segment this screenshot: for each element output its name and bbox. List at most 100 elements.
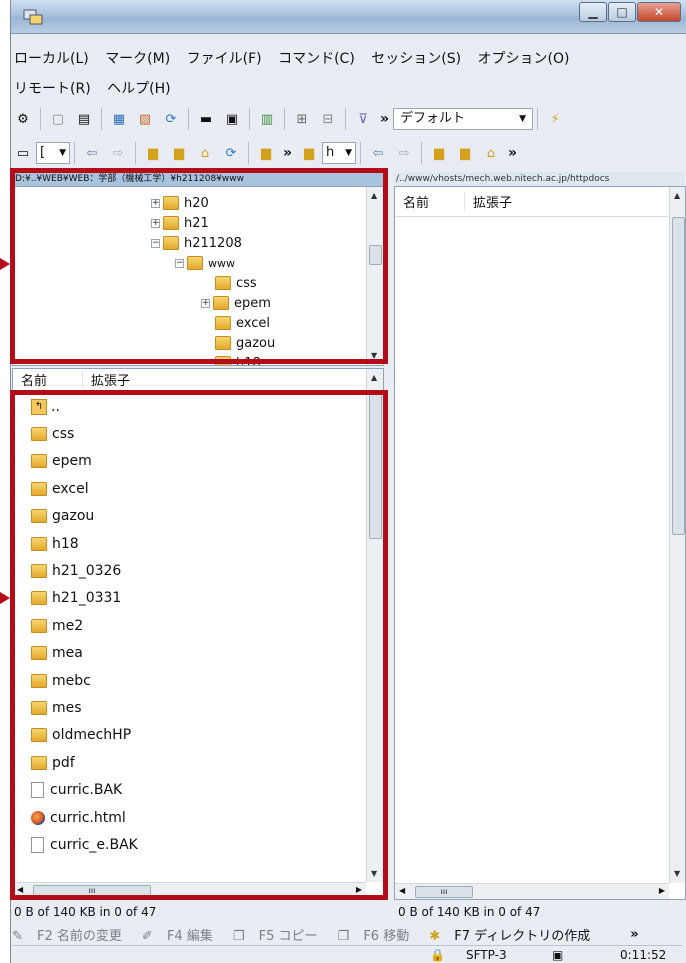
list-item[interactable]: mea [13,640,383,667]
tree-node[interactable]: + epem [201,293,271,313]
preferences-icon[interactable]: ⚙ [13,109,33,129]
list-item[interactable]: pdf [13,749,383,776]
filter-icon[interactable]: ⊽ [353,109,373,129]
list-item[interactable]: me2 [13,612,383,639]
unselect-files-icon[interactable]: ⊟ [318,109,338,129]
scrollbar-thumb[interactable]: ııı [33,885,151,897]
tree-node[interactable]: css [215,273,257,293]
local-list-horizontal-scrollbar[interactable]: ◀ ııı ▶ [13,882,366,899]
compare-icon[interactable]: ▥ [257,109,277,129]
minimize-button[interactable]: ▁ [579,2,607,22]
local-path-bar[interactable]: D:¥..¥WEB¥WEB：学部（機械工学）¥h211208¥www [12,172,384,186]
scrollbar-thumb[interactable] [672,217,685,535]
scroll-up-icon[interactable]: ▲ [674,191,680,200]
column-ext-header[interactable]: 拡張子 [83,370,130,389]
expand-icon[interactable]: + [151,198,160,208]
remote-root-dir-icon[interactable]: ▆ [455,143,475,163]
list-item[interactable]: curric.BAK [13,776,383,803]
menu-options[interactable]: オプション(O) [478,51,570,67]
list-item[interactable]: h21_0331 [13,585,383,612]
list-item[interactable]: ↰.. [13,393,383,420]
list-item[interactable]: curric_e.BAK [13,831,383,858]
list-item[interactable]: mebc [13,667,383,694]
remote-file-list[interactable]: 名前 拡張子 ▲ ▼ ◀ ııı ▶ [394,186,686,900]
list-item[interactable]: css [13,420,383,447]
select-files-icon[interactable]: ⊞ [292,109,312,129]
tree-node[interactable]: excel [215,313,270,333]
remote-forward-icon[interactable]: ⇨ [394,143,414,163]
tree-node[interactable]: + h20 [151,193,209,213]
scroll-right-icon[interactable]: ▶ [356,885,362,894]
tree-node[interactable]: − www [175,253,235,273]
local-back-icon[interactable]: ⇦ [82,143,102,163]
local-home-icon[interactable]: ⌂ [195,143,215,163]
remote-home-icon[interactable]: ⌂ [481,143,501,163]
edit-button[interactable]: ✐ F4 編集 [142,925,223,944]
local-parent-dir-icon[interactable]: ▆ [143,143,163,163]
collapse-icon[interactable]: − [151,238,160,248]
move-button[interactable]: ❐ F6 移動 [338,925,420,944]
remote-list-horizontal-scrollbar[interactable]: ◀ ııı ▶ [395,883,669,899]
local-root-dir-icon[interactable]: ▆ [169,143,189,163]
list-item[interactable]: h21_0326 [13,557,383,584]
scroll-right-icon[interactable]: ▶ [659,886,665,895]
remote-dir-dropdown[interactable]: h ▼ [322,142,357,164]
list-item[interactable]: excel [13,475,383,502]
local-list-vertical-scrollbar[interactable]: ▲ ▼ [366,369,383,882]
scroll-down-icon[interactable]: ▼ [371,351,377,360]
expand-icon[interactable]: + [201,298,210,308]
list-item[interactable]: gazou [13,503,383,530]
list-item[interactable]: mes [13,694,383,721]
list-item[interactable]: oldmechHP [13,722,383,749]
refresh-icon[interactable]: ⟳ [161,109,181,129]
menu-command[interactable]: コマンド(C) [278,51,355,67]
local-refresh-icon[interactable]: ⟳ [221,143,241,163]
local-toolbar-overflow-icon[interactable]: » [283,145,292,161]
remote-list-vertical-scrollbar[interactable]: ▲ ▼ [669,187,685,883]
transfer-icon[interactable]: ⚡ [545,109,565,129]
tree-node[interactable]: gazou [215,333,275,353]
list-item[interactable]: h18 [13,530,383,557]
scroll-down-icon[interactable]: ▼ [371,869,377,878]
toolbar-overflow-icon[interactable]: » [380,111,389,127]
local-file-list[interactable]: 名前 拡張子 ↰.. css epem excel gazou h18 h21_… [12,368,384,900]
list-item[interactable]: epem [13,448,383,475]
menu-remote[interactable]: リモート(R) [14,81,91,97]
remote-parent-dir-icon[interactable]: ▆ [429,143,449,163]
scrollbar-thumb[interactable]: ııı [415,886,473,898]
close-button[interactable]: ✕ [637,2,681,22]
fkeys-overflow-icon[interactable]: » [630,927,638,942]
scroll-down-icon[interactable]: ▼ [674,869,680,878]
column-ext-header[interactable]: 拡張子 [465,192,512,211]
scroll-up-icon[interactable]: ▲ [371,373,377,382]
create-directory-button[interactable]: ✱ F7 ディレクトリの作成 [429,925,600,944]
tree-node[interactable]: − h211208 [151,233,242,253]
terminal-icon[interactable]: ▬ [196,109,216,129]
remote-path-bar[interactable]: /../www/vhosts/mech.web.nitech.ac.jp/htt… [394,172,684,186]
column-name-header[interactable]: 名前 [13,370,83,389]
local-drive-dropdown[interactable]: [ ▼ [36,142,70,164]
scrollbar-thumb[interactable] [369,245,382,265]
menu-mark[interactable]: マーク(M) [105,51,170,67]
list-item[interactable]: curric.html [13,804,383,831]
putty-icon[interactable]: ▣ [222,109,242,129]
local-directory-tree[interactable]: + h20 + h21 − h211208 − www css + epem e… [12,186,384,366]
scroll-up-icon[interactable]: ▲ [371,191,377,200]
scroll-left-icon[interactable]: ◀ [17,885,23,894]
column-name-header[interactable]: 名前 [395,192,465,211]
menu-local[interactable]: ローカル(L) [14,51,89,67]
maximize-button[interactable]: □ [608,2,636,22]
menu-file[interactable]: ファイル(F) [187,51,262,67]
tree-vertical-scrollbar[interactable]: ▲ ▼ [366,187,383,365]
remote-toolbar-overflow-icon[interactable]: » [508,145,517,161]
tree-node[interactable]: h18 [215,353,261,365]
open-session-icon[interactable]: ▤ [74,109,94,129]
save-session-icon[interactable]: ▢ [48,109,68,129]
scroll-left-icon[interactable]: ◀ [399,886,405,895]
local-forward-icon[interactable]: ⇨ [108,143,128,163]
local-open-dir-icon[interactable]: ▆ [256,143,276,163]
new-session-icon[interactable]: ▦ [109,109,129,129]
synchronize-icon[interactable]: ▧ [135,109,155,129]
rename-button[interactable]: ✎ F2 名前の変更 [12,925,132,944]
menu-session[interactable]: セッション(S) [371,51,461,67]
